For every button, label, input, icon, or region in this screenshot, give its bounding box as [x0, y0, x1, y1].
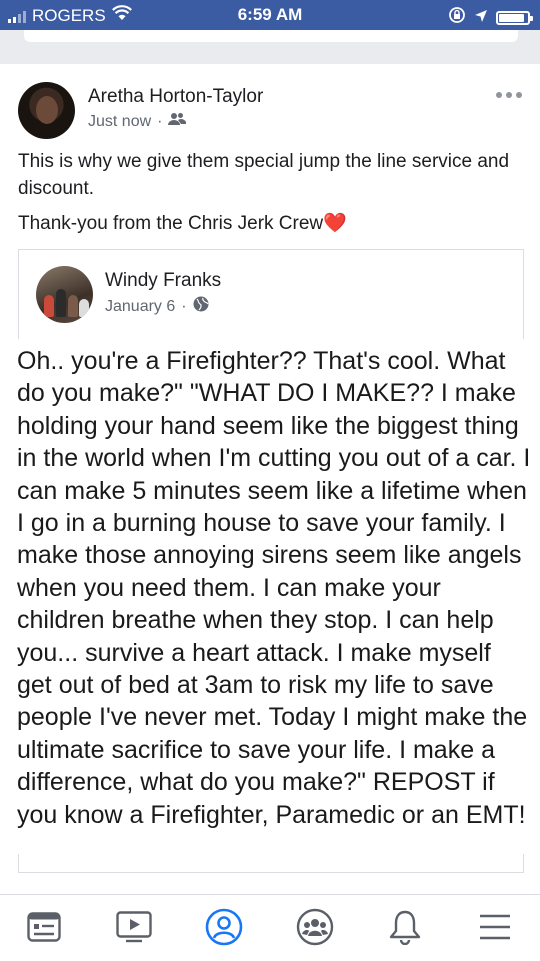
battery-icon — [496, 10, 533, 25]
status-right — [448, 6, 533, 29]
more-options-icon[interactable] — [496, 92, 522, 98]
location-icon — [474, 8, 488, 28]
shared-avatar[interactable] — [36, 266, 93, 323]
post-caption: This is why we give them special jump th… — [18, 148, 528, 245]
shared-post-footer — [18, 854, 524, 873]
globe-icon — [193, 296, 209, 317]
feed-divider — [0, 30, 540, 64]
avatar[interactable] — [18, 82, 75, 139]
shared-post-author[interactable]: Windy Franks — [105, 270, 221, 292]
shared-post-date[interactable]: January 6 — [105, 298, 175, 316]
bottom-tab-bar — [0, 894, 540, 961]
notifications-icon[interactable] — [385, 907, 425, 947]
shared-meta-separator: · — [181, 297, 187, 315]
post-author[interactable]: Aretha Horton-Taylor — [88, 86, 263, 108]
heart-icon: ❤️ — [323, 213, 347, 234]
feed-post: Aretha Horton-Taylor Just now · This is … — [0, 64, 540, 894]
status-bar: ROGERS 6:59 AM — [0, 0, 540, 30]
caption-line-2-text: Thank-you from the Chris Jerk Crew — [18, 213, 324, 234]
rotation-lock-icon — [448, 6, 466, 29]
meta-separator: · — [157, 112, 163, 130]
groups-icon[interactable] — [295, 907, 335, 947]
shared-post-meta: January 6 · — [105, 296, 209, 317]
post-meta: Just now · — [88, 112, 187, 131]
shared-image-text: Oh.. you're a Firefighter?? That's cool.… — [17, 347, 531, 829]
menu-icon[interactable] — [475, 907, 515, 947]
caption-line-1: This is why we give them special jump th… — [18, 151, 510, 199]
friends-icon — [168, 112, 187, 131]
news-feed-icon[interactable] — [24, 907, 64, 947]
post-timestamp[interactable]: Just now — [88, 113, 151, 131]
shared-image[interactable]: Oh.. you're a Firefighter?? That's cool.… — [0, 339, 540, 854]
caption-line-2: Thank-you from the Chris Jerk Crew❤️ — [18, 210, 528, 237]
watch-icon[interactable] — [114, 907, 154, 947]
profile-icon[interactable] — [204, 907, 244, 947]
previous-card-edge — [24, 30, 518, 42]
